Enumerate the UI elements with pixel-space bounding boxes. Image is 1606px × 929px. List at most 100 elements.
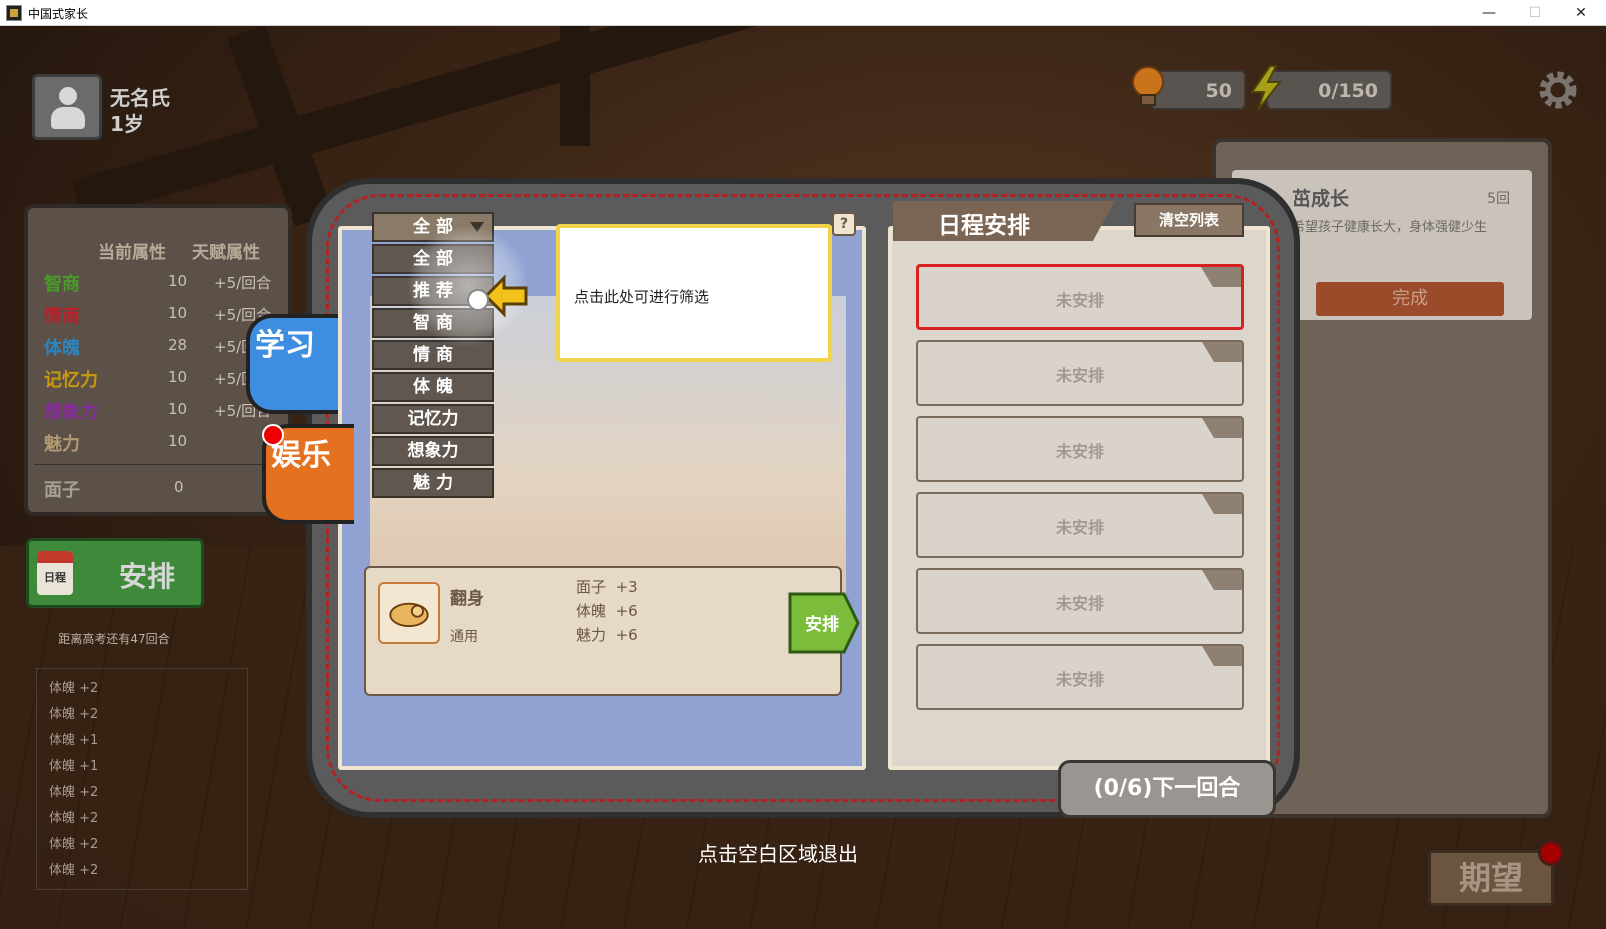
- stat-name: 魅力: [44, 434, 80, 455]
- stat-name: 记忆力: [44, 370, 98, 391]
- schedule-slot[interactable]: 未安排: [916, 568, 1244, 634]
- notification-dot: [262, 424, 284, 446]
- game-scene[interactable]: 无名氏 1岁 当前属性 天赋属性 智商 10 +5/回合 情商 10 +5/回合…: [0, 26, 1606, 929]
- schedule-slot[interactable]: 未安排: [916, 340, 1244, 406]
- app-icon: [6, 5, 22, 21]
- stat-row-charm: 魅力 10: [42, 430, 282, 462]
- stat-row-face: 面子 0: [42, 476, 282, 508]
- tab-study-label: 学习: [255, 328, 315, 363]
- close-button[interactable]: ✕: [1558, 0, 1604, 26]
- help-button[interactable]: ?: [832, 212, 856, 236]
- log-item: 体魄 +2: [49, 837, 99, 852]
- effect-stat: 魅力: [576, 626, 607, 644]
- activity-type: 通用: [450, 629, 478, 645]
- slot-corner-tab: [1202, 494, 1242, 514]
- notification-dot: [1538, 840, 1564, 866]
- schedule-slot-label: 未安排: [1055, 442, 1104, 461]
- filter-option-physique[interactable]: 体 魄: [372, 372, 494, 402]
- stat-name: 智商: [44, 274, 80, 295]
- stat-row-iq: 智商 10 +5/回合: [42, 270, 282, 302]
- activity-effect: 魅力 +6: [576, 624, 638, 645]
- goal-count: 5回: [1487, 191, 1510, 207]
- stats-divider: [34, 464, 282, 465]
- avatar[interactable]: [32, 74, 102, 140]
- tutorial-tooltip: 点击此处可进行筛选: [556, 224, 832, 362]
- stats-header-current: 当前属性: [98, 243, 166, 263]
- schedule-slot[interactable]: 未安排: [916, 644, 1244, 710]
- tab-study[interactable]: 学习: [246, 314, 338, 414]
- bulb-icon: [1132, 66, 1164, 106]
- slot-corner-tab: [1202, 418, 1242, 438]
- stat-value: 10: [168, 400, 188, 418]
- log-item: 体魄 +1: [49, 759, 99, 774]
- schedule-slot-label: 未安排: [1055, 670, 1104, 689]
- slot-corner-tab: [1202, 342, 1242, 362]
- schedule-slot-label: 未安排: [1055, 366, 1104, 385]
- schedule-button[interactable]: 日程 安排: [26, 538, 204, 608]
- schedule-slot-label: 未安排: [1055, 291, 1104, 310]
- schedule-slot[interactable]: 未安排: [916, 416, 1244, 482]
- stats-header-talent: 天赋属性: [192, 243, 260, 263]
- slot-corner-tab: [1202, 646, 1242, 666]
- stat-value: 10: [168, 368, 188, 386]
- goal-title: 茁成长: [1292, 188, 1350, 210]
- settings-gear-icon[interactable]: [1536, 68, 1580, 112]
- next-round-button[interactable]: (0/6)下一回合: [1058, 760, 1276, 818]
- log-item: 体魄 +2: [49, 785, 99, 800]
- log-item: 体魄 +2: [49, 811, 99, 826]
- face-label: 面子: [44, 480, 80, 501]
- arrange-activity-label: 安排: [805, 615, 839, 635]
- player-name: 无名氏: [110, 86, 170, 110]
- log-item: 体魄 +2: [49, 681, 99, 696]
- log-item: 体魄 +1: [49, 733, 99, 748]
- activity-card[interactable]: 翻身 通用 面子 +3 体魄 +6 魅力 +6: [364, 566, 842, 696]
- window-title: 中国式家长: [28, 7, 89, 21]
- schedule-slot-label: 未安排: [1055, 518, 1104, 537]
- schedule-slot[interactable]: 未安排: [916, 264, 1244, 330]
- baby-turn-over-icon: [378, 582, 440, 644]
- stat-value: 10: [168, 272, 188, 290]
- filter-option-imagination[interactable]: 想象力: [372, 436, 494, 466]
- stat-name: 体魄: [44, 338, 80, 359]
- effect-value: +6: [615, 626, 638, 644]
- maximize-button[interactable]: ☐: [1512, 0, 1558, 26]
- calendar-icon: 日程: [37, 551, 73, 595]
- arrange-activity-button[interactable]: 安排: [788, 586, 860, 660]
- activity-name: 翻身: [450, 589, 484, 609]
- face-value: 0: [174, 478, 184, 496]
- tutorial-tooltip-text: 点击此处可进行筛选: [574, 288, 710, 306]
- effect-stat: 体魄: [576, 602, 607, 620]
- stat-value: 28: [168, 336, 188, 354]
- exit-hint: 点击空白区域退出: [698, 842, 858, 866]
- log-item: 体魄 +2: [49, 863, 99, 878]
- stat-name: 想象力: [44, 402, 98, 423]
- exam-countdown: 距离高考还有47回合: [58, 632, 170, 646]
- goal-complete-button[interactable]: 完成: [1316, 282, 1504, 316]
- stat-value: 10: [168, 432, 188, 450]
- activity-effect: 面子 +3: [576, 576, 638, 597]
- pointing-hand-icon: [467, 274, 528, 318]
- event-log[interactable]: 体魄 +2 体魄 +2 体魄 +1 体魄 +1 体魄 +2 体魄 +2 体魄 +…: [36, 668, 248, 890]
- stat-name: 情商: [44, 306, 80, 327]
- lightning-icon: [1250, 65, 1283, 111]
- schedule-title: 日程安排: [938, 213, 1030, 239]
- stat-row-imagination: 想象力 10 +5/回合: [42, 398, 282, 430]
- stat-row-eq: 情商 10 +5/回合: [42, 302, 282, 334]
- calendar-icon-label: 日程: [44, 571, 66, 584]
- schedule-slot[interactable]: 未安排: [916, 492, 1244, 558]
- schedule-slot-label: 未安排: [1055, 594, 1104, 613]
- activity-effect: 体魄 +6: [576, 600, 638, 621]
- effect-value: +6: [615, 602, 638, 620]
- energy-value: 0/150: [1318, 80, 1378, 102]
- minimize-button[interactable]: —: [1466, 0, 1512, 26]
- effect-stat: 面子: [576, 578, 607, 596]
- expectation-button[interactable]: 期望: [1428, 850, 1554, 906]
- clear-list-button[interactable]: 清空列表: [1134, 203, 1244, 237]
- slot-corner-tab: [1201, 267, 1241, 287]
- filter-option-charm[interactable]: 魅 力: [372, 468, 494, 498]
- effect-value: +3: [615, 578, 638, 596]
- stat-value: 10: [168, 304, 188, 322]
- goal-description: 希望孩子健康长大，身体强健少生: [1292, 220, 1488, 235]
- filter-option-memory[interactable]: 记忆力: [372, 404, 494, 434]
- schedule-button-label: 安排: [119, 560, 176, 593]
